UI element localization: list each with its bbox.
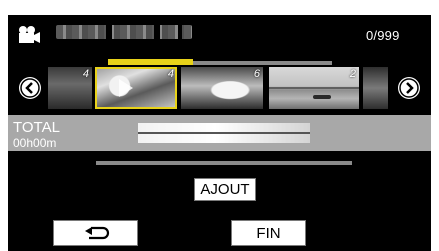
title-redacted-text [56, 25, 192, 39]
back-button[interactable] [53, 220, 138, 246]
thumbnail-number: 6 [253, 68, 260, 80]
camera-screen: 0/999 4 4 6 2 TOTAL 00h00m AJOUT FIN [8, 15, 431, 251]
thumbnail-number: 4 [82, 68, 89, 80]
thumbnail-number: 2 [349, 68, 356, 80]
thumbnail-strip: 4 4 6 2 [48, 67, 388, 109]
return-arrow-icon [84, 226, 109, 240]
file-counter: 0/999 [366, 28, 400, 43]
thumbnail-horizon [269, 87, 359, 89]
chevron-right-icon[interactable] [398, 77, 420, 99]
thumbnail-item[interactable] [363, 67, 388, 109]
title-separator [154, 25, 160, 39]
total-duration-gauge [138, 123, 310, 143]
chevron-left-icon[interactable] [19, 77, 41, 99]
add-button[interactable]: AJOUT [194, 178, 256, 201]
thumbnail-item[interactable]: 2 [269, 67, 359, 109]
thumbnail-item[interactable]: 4 [48, 67, 92, 109]
divider [96, 161, 352, 165]
thumbnail-boat [313, 95, 331, 99]
thumbnail-number: 4 [167, 68, 174, 80]
strip-scroll-thumb[interactable] [108, 59, 193, 65]
play-icon [119, 79, 133, 97]
total-time: 00h00m [13, 136, 57, 150]
finish-button[interactable]: FIN [231, 220, 306, 246]
thumbnail-item[interactable]: 6 [181, 67, 263, 109]
total-label: TOTAL [13, 119, 60, 136]
thumbnail-item-selected[interactable]: 4 [95, 67, 177, 109]
title-separator [178, 25, 182, 39]
title-separator [106, 25, 112, 39]
video-camera-icon [17, 25, 41, 45]
